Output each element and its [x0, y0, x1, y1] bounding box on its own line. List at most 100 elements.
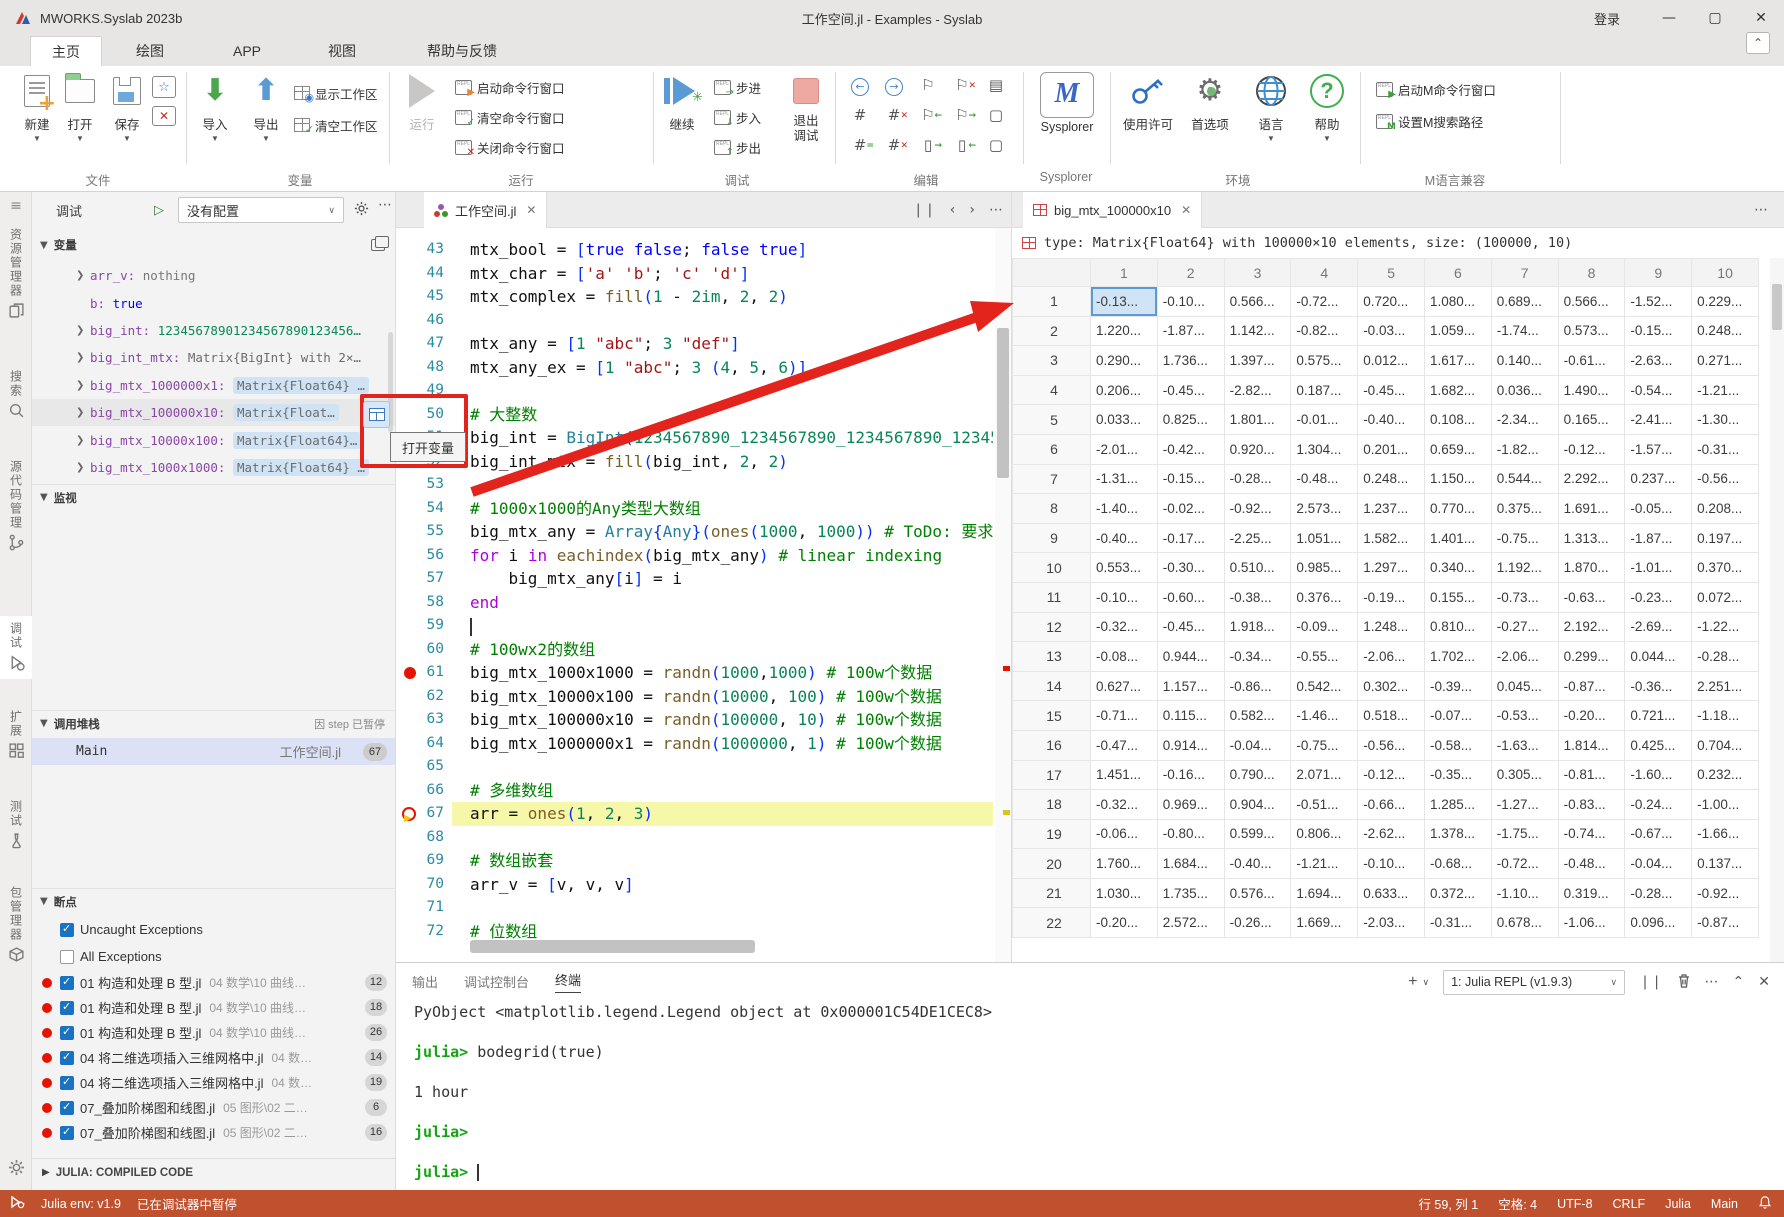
grid-row-header[interactable]: 9 [1013, 523, 1091, 553]
code-line-51[interactable]: 51big_int = BigInt(1234567890_1234567890… [396, 426, 1011, 450]
grid-cell[interactable]: 0.790... [1224, 760, 1291, 790]
grid-cell[interactable]: 0.319... [1558, 878, 1625, 908]
grid-cell[interactable]: -1.57... [1625, 434, 1692, 464]
variable-row-big_mtx_1000000x1[interactable]: ❯big_mtx_1000000x1: Matrix{Float64} … [32, 372, 395, 399]
grid-cell[interactable]: 1.801... [1224, 405, 1291, 435]
grid-row[interactable]: 100.553...-0.30...0.510...0.985...1.297.… [1013, 553, 1759, 583]
grid-cell[interactable]: -0.12... [1358, 760, 1425, 790]
grid-cell[interactable]: 1.304... [1291, 434, 1358, 464]
grid-row[interactable]: 40.206...-0.45...-2.82...0.187...-0.45..… [1013, 375, 1759, 405]
grid-cell[interactable]: 0.678... [1491, 908, 1558, 938]
grid-cell[interactable]: -0.19... [1358, 582, 1425, 612]
debugger-paused-status[interactable]: 已在调试器中暂停 [137, 1194, 237, 1213]
bookmark-list-icon[interactable]: ▤ [984, 74, 1008, 98]
callstack-section-header[interactable]: ▼调用堆栈 因 step 已暂停 [32, 710, 395, 736]
ribbon-collapse-icon[interactable]: ⌃ [1746, 32, 1770, 54]
start-m-repl-button[interactable]: ▶ 启动M命令行窗口 [1376, 78, 1496, 100]
grid-cell[interactable]: 0.375... [1491, 494, 1558, 524]
cursor-position-status[interactable]: 行 59, 列 1 [1418, 1194, 1478, 1213]
grid-cell[interactable]: 1.691... [1558, 494, 1625, 524]
grid-cell[interactable]: 0.036... [1491, 375, 1558, 405]
grid-cell[interactable]: -0.28... [1692, 642, 1759, 672]
grid-cell[interactable]: 1.285... [1424, 790, 1491, 820]
grid-cell[interactable]: 0.033... [1091, 405, 1158, 435]
grid-row-header[interactable]: 17 [1013, 760, 1091, 790]
grid-cell[interactable]: 2.251... [1692, 671, 1759, 701]
activity-item-1[interactable]: 资源管理器 [0, 222, 32, 327]
grid-row[interactable]: 50.033...0.825...1.801...-0.01...-0.40..… [1013, 405, 1759, 435]
grid-cell[interactable]: 1.736... [1157, 346, 1224, 376]
grid-cell[interactable]: 1.237... [1358, 494, 1425, 524]
grid-row-header[interactable]: 18 [1013, 790, 1091, 820]
grid-cell[interactable]: -0.04... [1625, 849, 1692, 879]
grid-cell[interactable]: -0.04... [1224, 730, 1291, 760]
code-line-65[interactable]: 65 [396, 755, 1011, 779]
terminal-select[interactable]: 1: Julia REPL (v1.9.3)∨ [1443, 970, 1625, 995]
grid-cell[interactable]: 1.684... [1157, 849, 1224, 879]
grid-cell[interactable]: 2.573... [1291, 494, 1358, 524]
code-line-57[interactable]: 57 big_mtx_any[i] = i [396, 567, 1011, 591]
grid-cell[interactable]: 0.165... [1558, 405, 1625, 435]
block-uncomment-icon[interactable]: #✕ [882, 134, 906, 158]
encoding-status[interactable]: UTF-8 [1557, 1197, 1592, 1211]
grid-row[interactable]: 1-0.13...-0.10...0.566...-0.72...0.720..… [1013, 287, 1759, 317]
variable-row-big_int_mtx[interactable]: ❯big_int_mtx: Matrix{BigInt} with 2×… [32, 344, 395, 371]
grid-cell[interactable]: 0.544... [1491, 464, 1558, 494]
grid-col-header[interactable]: 6 [1424, 259, 1491, 287]
grid-row[interactable]: 12-0.32...-0.45...1.918...-0.09...1.248.… [1013, 612, 1759, 642]
grid-cell[interactable]: -2.63... [1625, 346, 1692, 376]
grid-row-header[interactable]: 16 [1013, 730, 1091, 760]
save-button[interactable]: 保存▼ [103, 70, 151, 143]
start-repl-button[interactable]: ▶ 启动命令行窗口 [455, 76, 565, 98]
grid-cell[interactable]: 1.490... [1558, 375, 1625, 405]
code-line-62[interactable]: 62big_mtx_10000x100 = randn(10000, 100) … [396, 685, 1011, 709]
code-line-43[interactable]: 43mtx_bool = [true false; false true] [396, 238, 1011, 262]
grid-cell[interactable]: 0.689... [1491, 287, 1558, 317]
debug-gear-icon[interactable] [354, 201, 369, 219]
new-terminal-icon[interactable]: + [1408, 973, 1417, 991]
grid-row[interactable]: 171.451...-0.16...0.790...2.071...-0.12.… [1013, 760, 1759, 790]
grid-cell[interactable]: -0.40... [1224, 849, 1291, 879]
panel-tab-1[interactable]: 输出 [412, 972, 438, 991]
grid-cell[interactable]: -0.15... [1625, 316, 1692, 346]
grid-cell[interactable]: 0.155... [1424, 582, 1491, 612]
grid-row-header[interactable]: 6 [1013, 434, 1091, 464]
grid-cell[interactable]: -1.30... [1692, 405, 1759, 435]
minimize-button[interactable]: — [1646, 0, 1692, 36]
watch-section-header[interactable]: ▼监视 [32, 484, 395, 510]
grid-cell[interactable]: -1.27... [1491, 790, 1558, 820]
grid-cell[interactable]: -0.75... [1291, 730, 1358, 760]
grid-cell[interactable]: 0.720... [1358, 287, 1425, 317]
grid-col-header[interactable]: 5 [1358, 259, 1425, 287]
grid-cell[interactable]: 0.721... [1625, 701, 1692, 731]
grid-col-header[interactable]: 9 [1625, 259, 1692, 287]
bookmark-icon[interactable]: ⚐ [916, 74, 940, 98]
checkbox-icon[interactable] [60, 1001, 74, 1015]
grid-cell[interactable]: -1.40... [1091, 494, 1158, 524]
grid-cell[interactable]: -1.87... [1157, 316, 1224, 346]
grid-cell[interactable]: -0.45... [1157, 612, 1224, 642]
grid-cell[interactable]: 0.096... [1625, 908, 1692, 938]
grid-row-header[interactable]: 5 [1013, 405, 1091, 435]
grid-row-header[interactable]: 10 [1013, 553, 1091, 583]
variable-row-big_mtx_1000x1000[interactable]: ❯big_mtx_1000x1000: Matrix{Float64} … [32, 454, 395, 481]
grid-cell[interactable]: 0.825... [1157, 405, 1224, 435]
grid-cell[interactable]: -2.41... [1625, 405, 1692, 435]
preferences-button[interactable]: ⚙ 首选项 [1182, 70, 1238, 133]
code-line-59[interactable]: 59 [396, 614, 1011, 638]
grid-cell[interactable]: 1.694... [1291, 878, 1358, 908]
code-line-54[interactable]: 54# 1000x1000的Any类型大数组 [396, 497, 1011, 521]
grid-cell[interactable]: 1.297... [1358, 553, 1425, 583]
grid-row[interactable]: 30.290...1.736...1.397...0.575...0.012..… [1013, 346, 1759, 376]
code-line-44[interactable]: 44mtx_char = ['a' 'b'; 'c' 'd'] [396, 262, 1011, 286]
grid-cell[interactable]: 0.370... [1692, 553, 1759, 583]
grid-cell[interactable]: -2.06... [1491, 642, 1558, 672]
grid-cell[interactable]: 0.271... [1692, 346, 1759, 376]
grid-cell[interactable]: -0.80... [1157, 819, 1224, 849]
grid-cell[interactable]: -2.03... [1358, 908, 1425, 938]
grid-cell[interactable]: -0.73... [1491, 582, 1558, 612]
new-button[interactable]: + 新建▼ [13, 70, 61, 143]
grid-cell[interactable]: -0.83... [1558, 790, 1625, 820]
code-line-45[interactable]: 45mtx_complex = fill(1 - 2im, 2, 2) [396, 285, 1011, 309]
grid-cell[interactable]: 0.510... [1224, 553, 1291, 583]
